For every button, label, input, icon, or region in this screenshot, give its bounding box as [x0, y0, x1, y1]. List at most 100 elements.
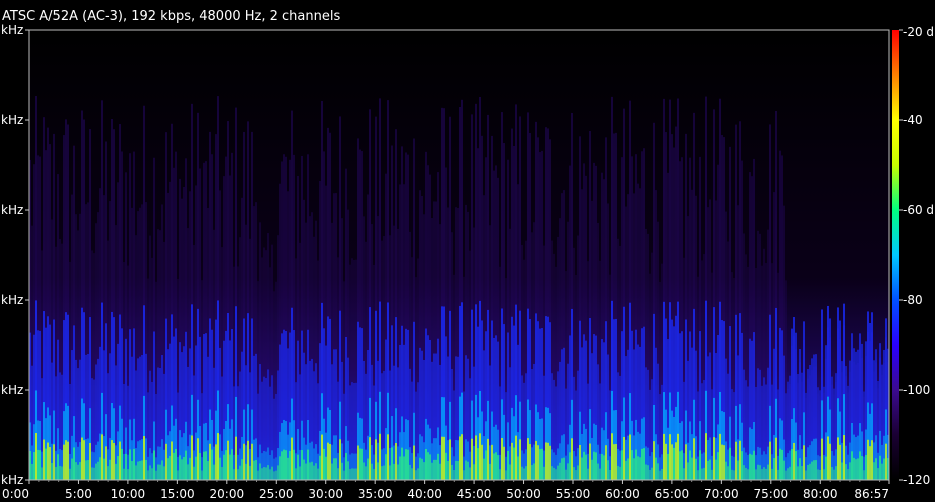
spectrogram-mark — [373, 469, 375, 480]
spectrogram-mark — [239, 465, 241, 480]
spectrogram-mark — [149, 465, 151, 480]
spectrogram-mark — [851, 451, 853, 480]
spectrogram-mark — [737, 460, 739, 480]
spectrogram-mark — [345, 453, 347, 480]
spectrogram-mark — [433, 459, 435, 480]
spectrogram-mark — [427, 452, 429, 480]
spectrogram-mark — [297, 454, 299, 480]
spectrogram-mark — [545, 442, 547, 480]
x-tick-label: 25:00 — [259, 487, 294, 501]
spectrogram-mark — [763, 467, 765, 480]
spectrogram-mark — [341, 462, 343, 480]
spectrogram-mark — [829, 443, 831, 480]
spectrogram-mark — [635, 449, 637, 480]
spectrogram-mark — [337, 468, 339, 480]
spectrogram-mark — [113, 443, 115, 480]
spectrogram-mark — [57, 454, 59, 480]
spectrogram-mark — [127, 469, 129, 480]
spectrogram-mark — [263, 467, 265, 480]
spectrogram-mark — [579, 444, 581, 480]
spectrogram-mark — [863, 470, 865, 480]
spectrogram-mark — [715, 459, 717, 480]
spectrogram-mark — [611, 433, 613, 480]
spectrogram-mark — [277, 465, 279, 480]
spectrogram-mark — [795, 451, 797, 480]
spectrogram-mark — [571, 438, 573, 480]
spectrogram-mark — [227, 440, 229, 480]
spectrogram-mark — [121, 448, 123, 480]
spectrogram-mark — [627, 458, 629, 480]
spectrogram-mark — [873, 462, 875, 480]
spectrogram-mark — [777, 469, 779, 480]
spectrogram-mark — [215, 444, 217, 480]
spectrogram-mark — [471, 438, 473, 480]
spectrogram-mark — [745, 467, 747, 480]
spectrogram-mark — [429, 454, 431, 480]
spectrogram-mark — [593, 451, 595, 480]
spectrogram-mark — [75, 462, 77, 480]
spectrogram-mark — [515, 435, 517, 480]
spectrogram-mark — [493, 453, 495, 480]
spectrogram-mark — [395, 443, 397, 480]
spectrogram-mark — [261, 468, 263, 480]
spectrogram-mark — [155, 470, 157, 480]
spectrogram-chart: ATSC A/52A (AC-3), 192 kbps, 48000 Hz, 2… — [1, 9, 934, 501]
spectrogram-mark — [61, 466, 63, 480]
spectrogram-mark — [99, 457, 101, 480]
spectrogram-mark — [173, 452, 175, 480]
spectrogram-mark — [69, 468, 71, 480]
spectrogram-mark — [445, 452, 447, 480]
spectrogram-mark — [735, 441, 737, 480]
spectrogram-mark — [201, 470, 203, 480]
spectrogram-mark — [875, 458, 877, 480]
spectrogram-mark — [869, 446, 871, 480]
spectrogram-mark — [135, 465, 137, 480]
spectrogram-mark — [103, 458, 105, 480]
spectrogram-mark — [83, 440, 85, 480]
spectrogram-mark — [775, 437, 777, 480]
spectrogram-mark — [507, 450, 509, 480]
spectrogram-mark — [235, 436, 237, 480]
x-tick-label: 60:00 — [605, 487, 640, 501]
spectrogram-mark — [817, 469, 819, 480]
spectrogram-mark — [321, 434, 323, 480]
spectrogram-mark — [733, 470, 735, 480]
spectrogram-mark — [443, 436, 445, 480]
spectrogram-mark — [577, 465, 579, 480]
spectrogram-mark — [687, 462, 689, 480]
x-tick-label: 55:00 — [556, 487, 591, 501]
spectrogram-mark — [181, 459, 183, 480]
spectrogram-mark — [589, 443, 591, 480]
spectrogram-mark — [729, 447, 731, 480]
x-tick-label: 75:00 — [754, 487, 789, 501]
spectrogram-mark — [465, 460, 467, 480]
spectrogram-mark — [111, 440, 113, 480]
spectrogram-mark — [123, 468, 125, 480]
spectrogram-mark — [411, 468, 413, 480]
spectrogram-mark — [657, 463, 659, 480]
spectrogram-mark — [217, 433, 219, 480]
spectrogram-mark — [157, 464, 159, 480]
spectrogram-mark — [417, 468, 419, 480]
spectrogram-mark — [653, 441, 655, 480]
spectrogram-mark — [455, 460, 457, 480]
x-tick-label: 50:00 — [506, 487, 541, 501]
spectrogram-mark — [335, 458, 337, 480]
spectrogram-mark — [671, 444, 673, 480]
spectrogram-mark — [327, 442, 329, 480]
spectrogram-mark — [725, 461, 727, 480]
spectrogram-mark — [867, 439, 869, 480]
spectrogram-mark — [305, 463, 307, 480]
spectrogram-mark — [567, 463, 569, 480]
spectrogram-mark — [883, 458, 885, 480]
spectrogram-mark — [685, 444, 687, 480]
spectrogram-mark — [323, 448, 325, 480]
spectrogram-mark — [359, 448, 361, 480]
spectrogram-mark — [207, 461, 209, 480]
spectrogram-mark — [629, 434, 631, 480]
spectrogram-mark — [743, 465, 745, 480]
spectrogram-mark — [461, 434, 463, 480]
spectrogram-mark — [839, 444, 841, 480]
spectrogram-mark — [229, 454, 231, 480]
spectrogram-mark — [845, 464, 847, 480]
